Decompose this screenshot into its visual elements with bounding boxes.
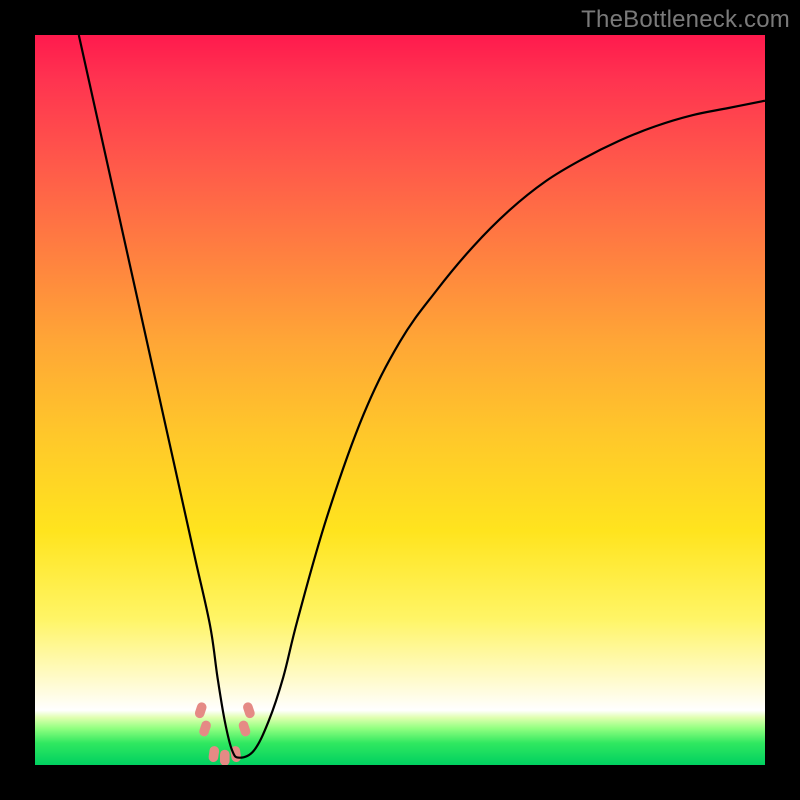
- bottleneck-curve-line: [79, 35, 765, 758]
- curve-marker: [220, 750, 230, 765]
- curve-marker: [208, 745, 220, 762]
- curve-marker: [242, 701, 256, 719]
- curve-marker: [237, 719, 251, 737]
- chart-svg: [35, 35, 765, 765]
- curve-marker: [194, 701, 208, 719]
- chart-plot-area: [35, 35, 765, 765]
- curve-marker: [198, 719, 212, 737]
- watermark-text: TheBottleneck.com: [581, 6, 790, 34]
